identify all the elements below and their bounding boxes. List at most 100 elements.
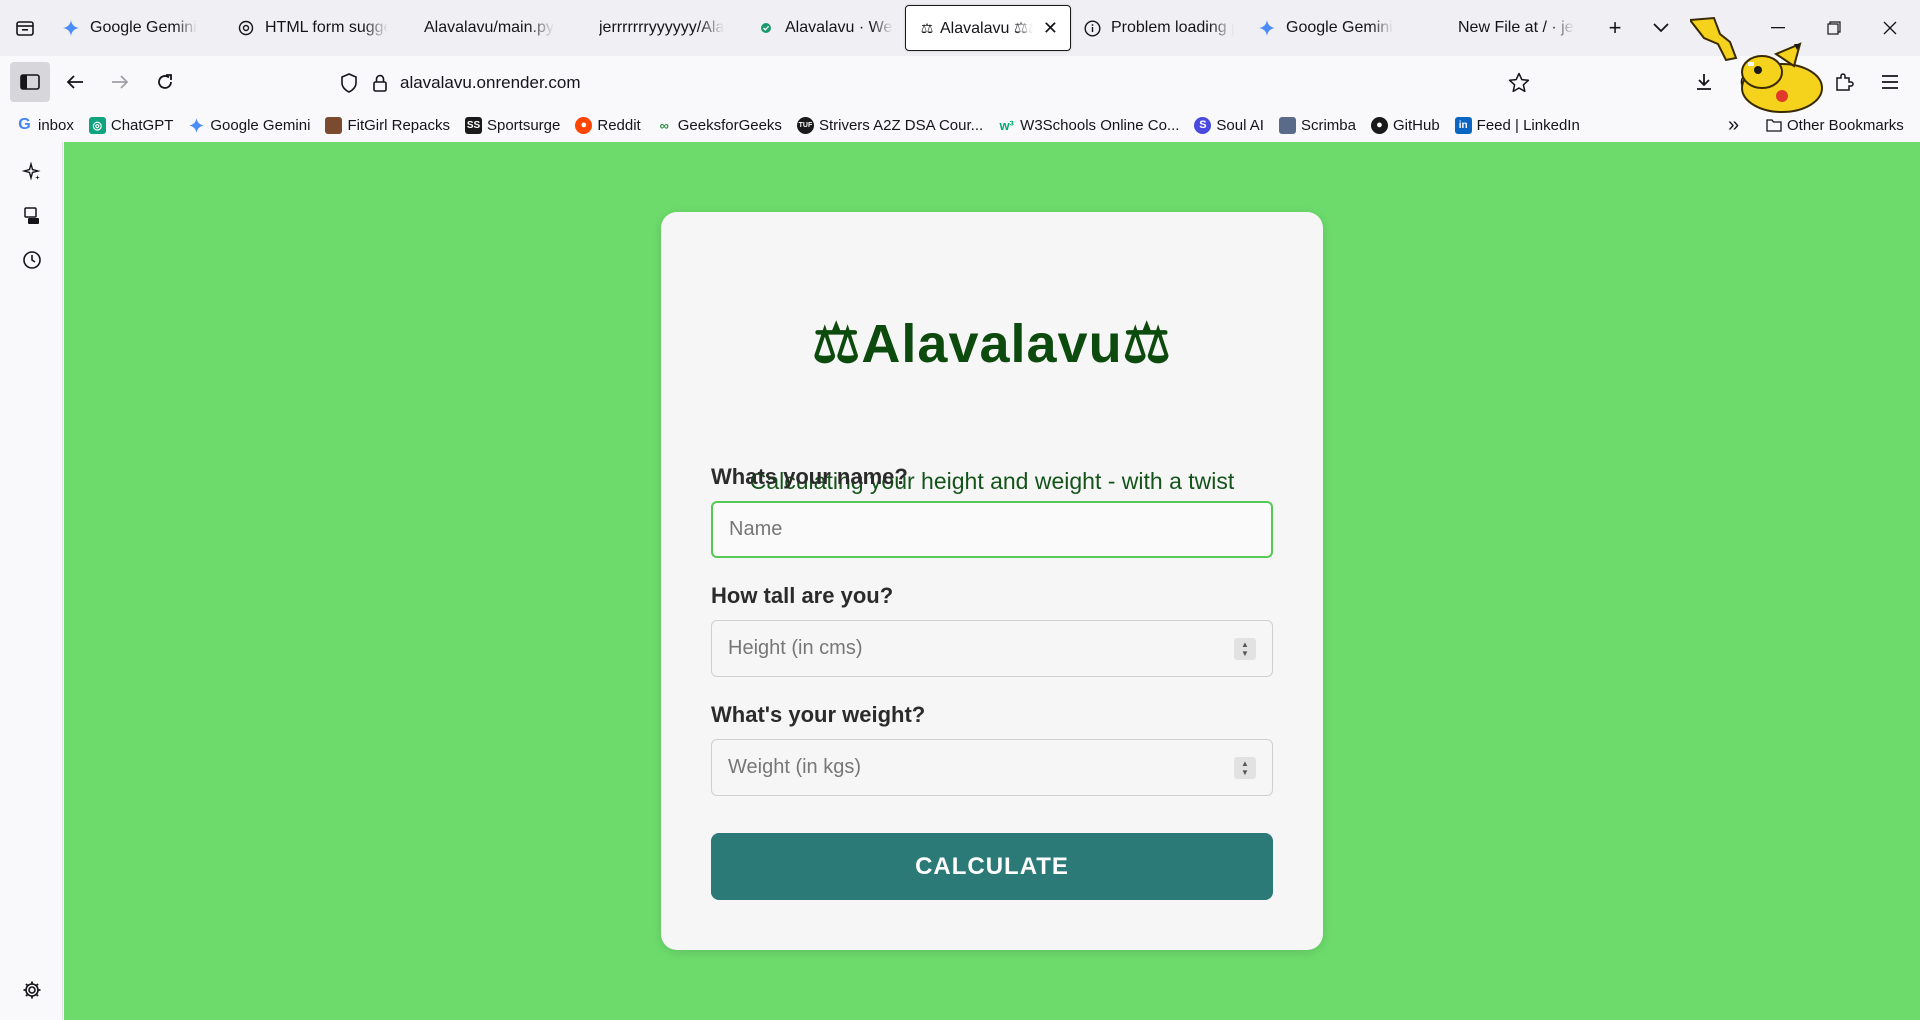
back-arrow-icon [66, 75, 83, 89]
tab-label: Alavalavu ⚖⚖ [940, 20, 1033, 37]
bookmark-google-gemini[interactable]: Google Gemini [188, 117, 310, 134]
spin-up-icon: ▲ [1241, 759, 1249, 768]
bookmark-geeksforgeeks[interactable]: ∞ GeeksforGeeks [656, 117, 782, 134]
tab-google-gemini-2[interactable]: Google Gemini [1246, 5, 1436, 51]
close-tab-icon[interactable]: ✕ [1033, 18, 1058, 39]
sidebar-settings-button[interactable] [16, 974, 48, 1006]
bookmark-label: Scrimba [1300, 116, 1356, 134]
page-content: ⚖Alavalavu⚖ Calculating your height and … [64, 142, 1920, 1020]
tab-alavalavu-main[interactable]: Alavalavu/main.py [400, 5, 575, 51]
tracking-protection-shield-icon[interactable] [340, 73, 358, 93]
gemini-icon [1258, 19, 1276, 37]
scrimba-icon [1278, 116, 1296, 134]
navigation-toolbar: alavalavu.onrender.com [0, 56, 1920, 108]
spin-down-icon: ▼ [1241, 768, 1249, 777]
bookmark-scrimba[interactable]: Scrimba [1278, 116, 1356, 134]
bookmark-soul-ai[interactable]: S Soul AI [1194, 116, 1264, 134]
bookmark-label: inbox [38, 116, 74, 134]
weight-field[interactable]: ▲▼ [711, 739, 1273, 796]
sparkle-icon [22, 162, 41, 181]
new-tab-button[interactable]: + [1592, 5, 1638, 51]
bookmark-label: Strivers A2Z DSA Cour... [818, 116, 984, 134]
bookmark-strivers[interactable]: TUF Strivers A2Z DSA Cour... [796, 116, 984, 134]
bookmark-linkedin[interactable]: in Feed | LinkedIn [1454, 116, 1580, 134]
gemini-icon [62, 19, 80, 37]
height-label: How tall are you? [711, 583, 894, 608]
bookmark-star-button[interactable] [1508, 72, 1530, 99]
height-spinner[interactable]: ▲ ▼ [1234, 638, 1256, 660]
bookmark-sportsurge[interactable]: SS Sportsurge [464, 116, 560, 134]
tab-label: jerrrrrrryyyyyy/Ala [599, 19, 725, 36]
synced-tabs-button[interactable] [16, 200, 48, 232]
form-card: ⚖Alavalavu⚖ Calculating your height and … [661, 212, 1323, 950]
bookmark-label: Google Gemini [210, 116, 311, 134]
bookmark-label: Soul AI [1216, 116, 1264, 134]
hamburger-menu-icon [1882, 75, 1898, 89]
bookmark-label: GitHub [1392, 116, 1440, 134]
weight-input[interactable] [728, 756, 1272, 779]
synced-tabs-icon [24, 207, 39, 224]
tab-label: Alavalavu · Web [785, 19, 893, 36]
tab-new-file[interactable]: New File at / · jerr [1436, 5, 1586, 51]
soulai-icon: S [1194, 116, 1212, 134]
tab-alavalavu-active[interactable]: ⚖ Alavalavu ⚖⚖ ✕ [905, 5, 1071, 51]
firefox-view-icon [16, 21, 34, 36]
name-field[interactable] [711, 501, 1273, 558]
bookmark-label: GeeksforGeeks [677, 116, 782, 134]
bookmark-label: ChatGPT [110, 116, 174, 134]
list-all-tabs-button[interactable] [1638, 5, 1684, 51]
height-input[interactable] [728, 637, 1272, 660]
bookmark-label: Feed | LinkedIn [1476, 116, 1580, 134]
tab-problem-loading[interactable]: Problem loading p [1071, 5, 1246, 51]
bookmark-label: Reddit [597, 116, 641, 134]
forward-button[interactable] [100, 62, 140, 102]
w3schools-icon: w³ [999, 117, 1014, 133]
bookmark-github[interactable]: ● GitHub [1370, 116, 1440, 134]
page-title: ⚖Alavalavu⚖ [812, 314, 1172, 374]
tab-google-gemini-1[interactable]: Google Gemini [50, 5, 225, 51]
tab-html-form[interactable]: HTML form sugge [225, 5, 400, 51]
lock-icon[interactable] [372, 74, 388, 92]
gear-icon [23, 981, 41, 999]
ai-chatbot-button[interactable] [16, 156, 48, 188]
tab-label: HTML form sugge [265, 19, 388, 36]
extensions-button[interactable] [1824, 62, 1864, 102]
url-bar[interactable]: alavalavu.onrender.com [340, 64, 1530, 102]
calculate-button[interactable]: CALCULATE [711, 833, 1273, 900]
bookmark-inbox[interactable]: G inbox [16, 116, 74, 134]
bookmark-chatgpt[interactable]: ◎ ChatGPT [88, 116, 174, 134]
tab-strip: Google Gemini HTML form sugge Alavalavu/… [0, 0, 1920, 56]
gemini-icon [188, 117, 205, 134]
reload-button[interactable] [145, 62, 185, 102]
clock-icon [23, 251, 41, 269]
weight-label: What's your weight? [711, 702, 926, 727]
puzzle-icon [1836, 73, 1854, 91]
height-field[interactable]: ▲▼ [711, 620, 1273, 677]
other-bookmarks-folder[interactable]: Other Bookmarks [1766, 117, 1904, 134]
name-input[interactable] [729, 518, 1271, 541]
github-icon: ● [1370, 116, 1388, 134]
url-text[interactable]: alavalavu.onrender.com [400, 73, 581, 93]
weight-spinner[interactable]: ▲ ▼ [1234, 757, 1256, 779]
bookmark-w3schools[interactable]: w³ W3Schools Online Co... [998, 117, 1179, 134]
tab-label: Google Gemini [90, 19, 197, 36]
gfg-icon: ∞ [659, 117, 669, 133]
bookmark-reddit[interactable]: ● Reddit [575, 116, 641, 134]
firefox-view-button[interactable] [0, 0, 50, 56]
star-icon [1508, 72, 1530, 93]
close-window-button[interactable] [1862, 0, 1918, 56]
history-button[interactable] [16, 244, 48, 276]
bookmark-fitgirl[interactable]: FitGirl Repacks [325, 116, 450, 134]
tab-label: Google Gemini [1286, 19, 1393, 36]
sidebar-toggle-button[interactable] [10, 62, 50, 102]
back-button[interactable] [55, 62, 95, 102]
tab-alavalavu-web[interactable]: Alavalavu · Web [745, 5, 905, 51]
bookmark-label: FitGirl Repacks [347, 116, 450, 134]
folder-icon [1766, 119, 1782, 132]
sidebar-icon [20, 74, 40, 90]
tab-jerry-repo[interactable]: jerrrrrrryyyyyy/Ala [575, 5, 745, 51]
name-label: Whats your name? [711, 464, 908, 489]
app-menu-button[interactable] [1870, 62, 1910, 102]
bookmarks-toolbar: G inbox ◎ ChatGPT Google Gemini FitGirl … [0, 108, 1920, 142]
info-icon [1083, 19, 1101, 37]
